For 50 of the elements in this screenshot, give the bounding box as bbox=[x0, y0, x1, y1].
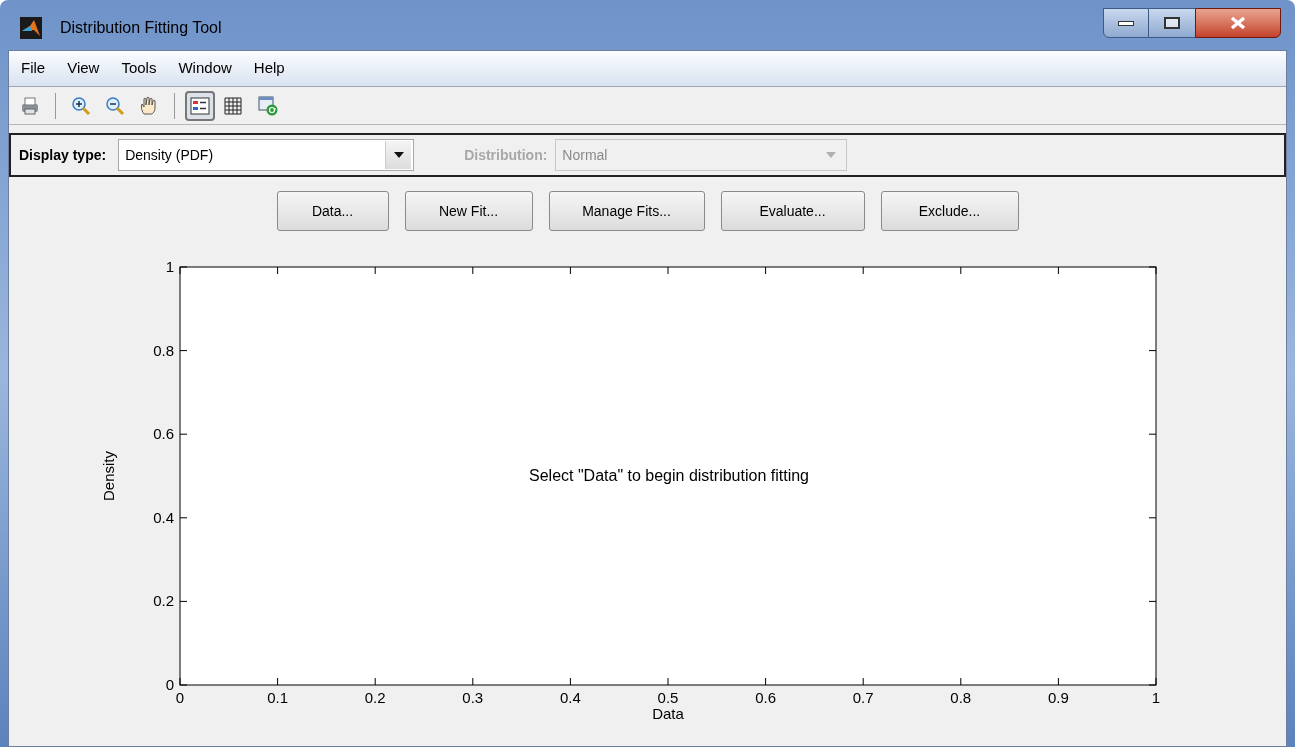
window-title: Distribution Fitting Tool bbox=[60, 18, 222, 38]
dropdown-value: Density (PDF) bbox=[125, 145, 214, 165]
axis-tick-label: 0.9 bbox=[1047, 689, 1069, 706]
menu-item[interactable]: Help bbox=[247, 55, 291, 82]
menu-item[interactable]: File bbox=[15, 55, 52, 82]
window-refresh-icon bbox=[257, 94, 279, 117]
axis-tick-label: 0.6 bbox=[755, 689, 777, 706]
legend-icon bbox=[189, 94, 211, 117]
action-button[interactable]: Data... bbox=[276, 191, 389, 231]
axis-tick-label: 0.7 bbox=[852, 689, 874, 706]
axis-title: Data bbox=[652, 705, 684, 722]
axis-tick-label: 0.4 bbox=[153, 508, 174, 526]
close-button[interactable] bbox=[1195, 8, 1281, 38]
menu-item[interactable]: View bbox=[61, 55, 106, 82]
axis-tick-label: 0 bbox=[175, 689, 185, 706]
close-icon bbox=[1229, 16, 1247, 30]
display-type-dropdown[interactable]: Density (PDF) bbox=[118, 139, 415, 171]
field-label: Distribution: bbox=[464, 145, 548, 165]
menu-item[interactable]: Tools bbox=[115, 55, 163, 82]
axis-title: Density bbox=[100, 451, 117, 501]
axis-tick-label: 1 bbox=[165, 258, 174, 275]
zoom-in-icon bbox=[70, 94, 92, 117]
axis-tick-label: 0.6 bbox=[153, 425, 174, 443]
menu-item[interactable]: Window bbox=[172, 55, 238, 82]
axis-tick-label: 0 bbox=[165, 676, 174, 693]
action-button[interactable]: Manage Fits... bbox=[548, 191, 705, 231]
action-button[interactable]: Exclude... bbox=[880, 191, 1019, 231]
axis-tick-label: 0.3 bbox=[462, 689, 484, 706]
grid-icon bbox=[223, 94, 245, 117]
toolbar-button[interactable] bbox=[185, 90, 215, 121]
minimize-button[interactable] bbox=[1103, 8, 1149, 38]
maximize-button[interactable] bbox=[1149, 8, 1195, 38]
axis-tick-label: 0.2 bbox=[364, 689, 386, 706]
axis-tick-label: 0.5 bbox=[657, 689, 679, 706]
axis-tick-label: 0.4 bbox=[559, 689, 581, 706]
axis-tick-label: 1 bbox=[1151, 689, 1161, 706]
print-icon bbox=[19, 94, 41, 117]
field-label: Display type: bbox=[19, 145, 107, 165]
zoom-out-icon bbox=[104, 94, 126, 117]
axis-tick-label: 0.2 bbox=[153, 592, 174, 610]
action-button[interactable]: New Fit... bbox=[404, 191, 533, 231]
axis-tick-label: 0.8 bbox=[153, 341, 174, 359]
app-logo-icon bbox=[20, 17, 42, 39]
plot-message: Select "Data" to begin distribution fitting bbox=[529, 467, 809, 484]
caret-icon bbox=[393, 152, 404, 158]
caret-icon bbox=[826, 152, 837, 158]
axis-tick-label: 0.8 bbox=[950, 689, 972, 706]
action-button[interactable]: Evaluate... bbox=[720, 191, 865, 231]
axis-tick-label: 0.1 bbox=[267, 689, 289, 706]
dropdown-value: Normal bbox=[562, 145, 608, 165]
